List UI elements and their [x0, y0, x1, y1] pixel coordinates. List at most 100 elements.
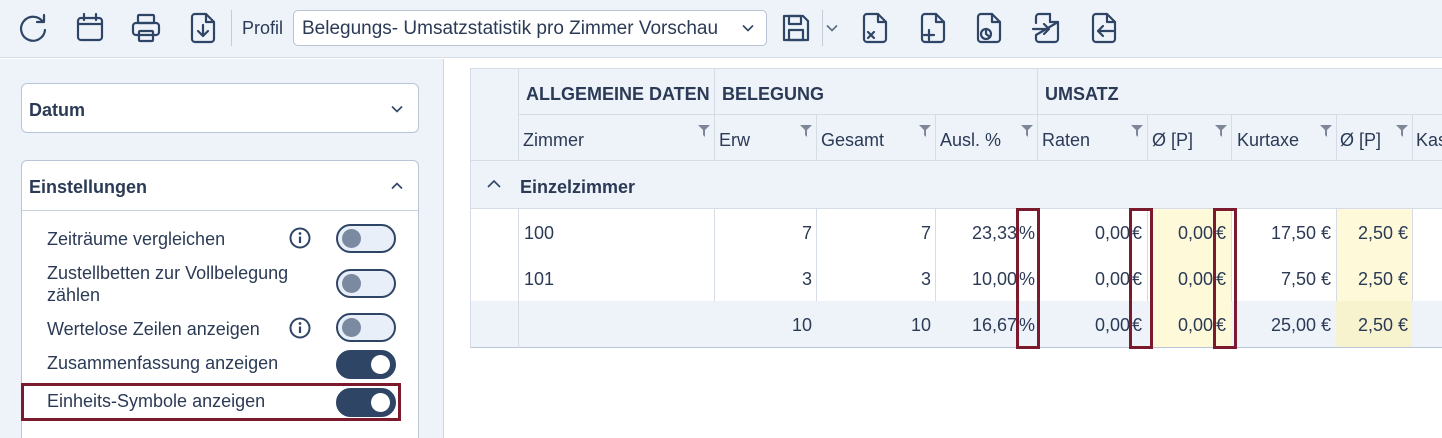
- cell-gesamt: 7: [920, 223, 931, 243]
- grid-line: [1231, 114, 1232, 160]
- cell-erw: 7: [801, 223, 812, 243]
- column-header-kasse[interactable]: Kas: [1416, 130, 1442, 151]
- column-header-raten[interactable]: Raten: [1042, 130, 1090, 151]
- calendar-icon[interactable]: [72, 9, 108, 47]
- chevron-up-icon[interactable]: [487, 179, 501, 189]
- summary-kurtaxe: 25,00 €: [1270, 315, 1331, 335]
- grid-line: [470, 347, 1442, 348]
- cell-kurtaxe-p: 2,50 €: [1357, 269, 1408, 289]
- cell-raten: 0,00: [1094, 223, 1130, 243]
- column-header-gesamt[interactable]: Gesamt: [821, 130, 884, 151]
- grid-line: [518, 208, 519, 348]
- category-einzelzimmer: Einzelzimmer: [520, 177, 636, 197]
- info-icon[interactable]: [289, 317, 311, 339]
- cell-kurtaxe: 7,50 €: [1280, 269, 1331, 289]
- file-copy-icon[interactable]: [971, 9, 1007, 47]
- grid-line: [1336, 114, 1337, 160]
- datum-section[interactable]: Datum: [21, 83, 419, 133]
- filter-icon[interactable]: [1215, 125, 1227, 137]
- toggle-zustellbetten[interactable]: [336, 269, 396, 298]
- cell-raten-p: 0,00: [1177, 269, 1213, 289]
- grid-line: [1412, 208, 1413, 301]
- grid-line: [470, 208, 1442, 209]
- summary-gesamt: 10: [910, 315, 931, 335]
- filter-panel: Datum Einstellungen Zeiträume vergleiche…: [0, 59, 443, 438]
- file-export-icon[interactable]: [1086, 9, 1122, 47]
- grid-line: [816, 114, 817, 160]
- chevron-down-icon: [391, 105, 403, 113]
- column-header-kurtaxe[interactable]: Kurtaxe: [1237, 130, 1299, 151]
- column-header-zimmer[interactable]: Zimmer: [523, 130, 584, 151]
- summary-raten: 0,00: [1094, 315, 1130, 335]
- cell-gesamt: 3: [920, 269, 931, 289]
- highlight-box: [1213, 208, 1237, 349]
- toggle-zusammenfassung[interactable]: [336, 350, 396, 379]
- chevron-up-icon[interactable]: [390, 179, 404, 193]
- profil-select[interactable]: Belegungs- Umsatzstatistik pro Zimmer Vo…: [293, 10, 767, 46]
- column-group-allgemeine-daten: ALLGEMEINE DATEN: [526, 84, 710, 104]
- column-header-raten-p[interactable]: Ø [P]: [1152, 130, 1193, 151]
- filter-icon[interactable]: [800, 125, 812, 137]
- toggle-zeitraeume-vergleichen[interactable]: [336, 224, 396, 253]
- grid-line: [518, 114, 1442, 115]
- grid-line: [470, 160, 1442, 161]
- profil-label: Profil: [242, 18, 284, 38]
- save-icon[interactable]: [778, 9, 814, 47]
- file-remove-icon[interactable]: [857, 9, 893, 47]
- column-header-ausl[interactable]: Ausl. %: [940, 130, 1001, 151]
- file-add-icon[interactable]: [915, 9, 951, 47]
- cell-kurtaxe: 17,50 €: [1270, 223, 1331, 243]
- column-group-umsatz: UMSATZ: [1045, 84, 1119, 104]
- toggle-knob: [371, 355, 390, 374]
- toggle-knob: [342, 274, 361, 293]
- refresh-icon[interactable]: [15, 9, 51, 47]
- grid-line: [470, 68, 471, 348]
- cell-zimmer: 101: [524, 269, 555, 289]
- filter-icon[interactable]: [1396, 125, 1408, 137]
- column-header-erw[interactable]: Erw: [719, 130, 750, 151]
- filter-icon[interactable]: [919, 125, 931, 137]
- summary-kurtaxe-p: 2,50 €: [1357, 315, 1408, 335]
- grid-line: [470, 68, 1442, 69]
- toolbar-separator: [822, 10, 823, 46]
- option-label: Zustellbetten zur Vollbelegung zählen: [47, 263, 289, 305]
- column-group-belegung: BELEGUNG: [722, 84, 825, 104]
- chevron-down-icon[interactable]: [826, 22, 838, 34]
- option-label: Zusammenfassung anzeigen: [47, 353, 279, 373]
- grid-line: [1147, 114, 1148, 160]
- cell-ausl: 10,00: [971, 269, 1017, 289]
- printer-icon[interactable]: [128, 9, 164, 47]
- toggle-knob: [342, 229, 361, 248]
- option-label: Zeiträume vergleichen: [47, 229, 226, 249]
- summary-row-bg: [1412, 301, 1442, 348]
- grid-line: [935, 208, 936, 301]
- toggle-wertelose-zeilen[interactable]: [336, 313, 396, 342]
- filter-icon[interactable]: [698, 125, 710, 137]
- grid-line: [1037, 68, 1038, 160]
- download-file-icon[interactable]: [185, 9, 221, 47]
- divider: [22, 210, 418, 211]
- cell-kurtaxe-p: 2,50 €: [1357, 223, 1408, 243]
- summary-ausl: 16,67: [971, 315, 1017, 335]
- grid-line: [1336, 208, 1337, 301]
- cell-ausl: 23,33: [971, 223, 1017, 243]
- toolbar-separator: [231, 10, 232, 46]
- grid-line: [935, 114, 936, 160]
- option-label: Wertelose Zeilen anzeigen: [47, 319, 260, 339]
- grid-line: [714, 68, 715, 160]
- info-icon[interactable]: [289, 227, 311, 249]
- toolbar: Profil Belegungs- Umsatzstatistik pro Zi…: [0, 0, 1442, 58]
- chevron-down-icon: [742, 24, 754, 32]
- einstellungen-title: Einstellungen: [29, 177, 148, 197]
- summary-raten-p: 0,00: [1177, 315, 1213, 335]
- profil-select-value: Belegungs- Umsatzstatistik pro Zimmer Vo…: [302, 18, 719, 39]
- grid-line: [518, 68, 519, 160]
- grid-line: [1412, 114, 1413, 160]
- filter-icon[interactable]: [1131, 125, 1143, 137]
- filter-icon[interactable]: [1021, 125, 1033, 137]
- column-header-kurtaxe-p[interactable]: Ø [P]: [1340, 130, 1381, 151]
- filter-icon[interactable]: [1320, 125, 1332, 137]
- datum-title: Datum: [29, 100, 86, 120]
- file-import-icon[interactable]: [1029, 9, 1065, 47]
- report-grid: ALLGEMEINE DATEN BELEGUNG UMSATZ Zimmer …: [444, 59, 1442, 438]
